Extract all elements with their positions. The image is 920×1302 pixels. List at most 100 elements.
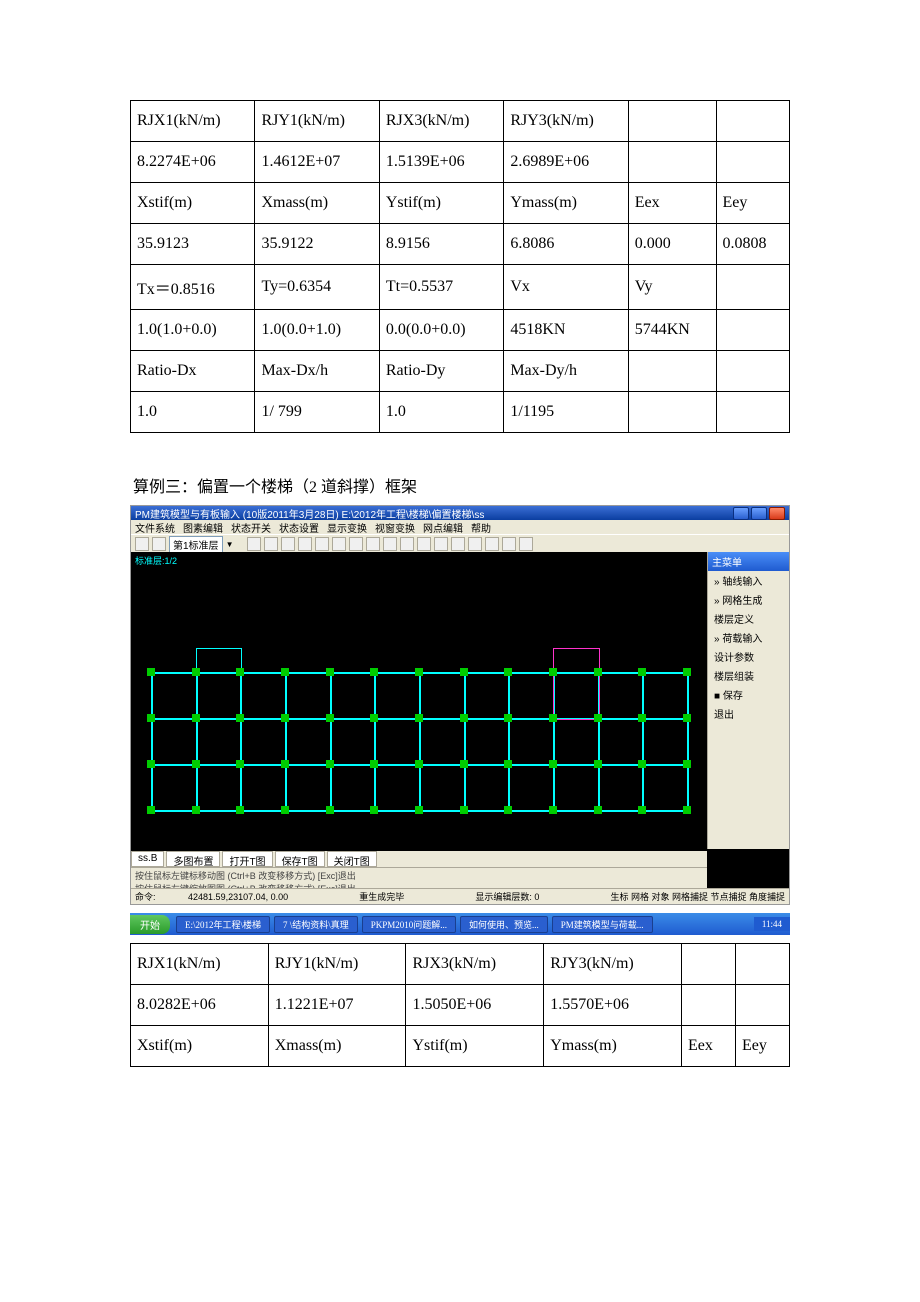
- grid-node: [594, 668, 602, 676]
- floor-selector[interactable]: 第1标准层: [169, 536, 223, 553]
- grid-node: [370, 760, 378, 768]
- grid-node: [147, 714, 155, 722]
- maximize-button[interactable]: [751, 507, 767, 520]
- grid-node: [638, 714, 646, 722]
- tool-button[interactable]: [485, 537, 499, 551]
- system-tray-clock[interactable]: 11:44: [754, 917, 790, 931]
- tab[interactable]: 关闭T图: [327, 851, 377, 867]
- side-panel-item[interactable]: 楼层定义: [708, 609, 789, 628]
- tool-button[interactable]: [366, 537, 380, 551]
- command-prompt[interactable]: 命令:: [135, 892, 156, 902]
- menu-item[interactable]: 显示变换: [327, 520, 367, 535]
- grid-node: [147, 760, 155, 768]
- stair-highlight: [553, 648, 600, 720]
- side-panel-item[interactable]: 设计参数: [708, 647, 789, 666]
- side-panel-item[interactable]: » 网格生成: [708, 590, 789, 609]
- tool-button[interactable]: [417, 537, 431, 551]
- side-panel-item[interactable]: ■ 保存: [708, 685, 789, 704]
- grid-node: [594, 806, 602, 814]
- tool-button[interactable]: [468, 537, 482, 551]
- windows-taskbar[interactable]: 开始 E:\2012年工程\楼梯 7 \结构资料\真理 PKPM2010问题解.…: [130, 913, 790, 935]
- grid-node: [326, 714, 334, 722]
- tool-button[interactable]: [247, 537, 261, 551]
- tool-button[interactable]: [152, 537, 166, 551]
- tool-button[interactable]: [349, 537, 363, 551]
- grid-node: [192, 714, 200, 722]
- window-titlebar[interactable]: PM建筑模型与有板输入 (10版2011年3月28日) E:\2012年工程\楼…: [131, 506, 789, 520]
- grid-node: [281, 714, 289, 722]
- drawing-canvas[interactable]: 标准层:1/2: [131, 552, 707, 849]
- command-area[interactable]: 按住鼠标左键标移动图 (Ctrl+B 改变移移方式) [Exc]退出 按住鼠标左…: [131, 867, 707, 889]
- menu-item[interactable]: 文件系统: [135, 520, 175, 535]
- side-panel-item[interactable]: » 荷载输入: [708, 628, 789, 647]
- grid-node: [281, 806, 289, 814]
- table-row: 35.912335.91228.91566.80860.0000.0808: [131, 224, 790, 265]
- taskbar-item[interactable]: 7 \结构资料\真理: [274, 916, 358, 933]
- taskbar-item[interactable]: 如何使用、预览...: [460, 916, 548, 933]
- grid-node: [460, 806, 468, 814]
- taskbar-item[interactable]: PKPM2010问题解...: [362, 916, 456, 933]
- tool-button[interactable]: [451, 537, 465, 551]
- tool-button[interactable]: [519, 537, 533, 551]
- close-button[interactable]: [769, 507, 785, 520]
- taskbar-item[interactable]: E:\2012年工程\楼梯: [176, 916, 270, 933]
- tool-button[interactable]: [281, 537, 295, 551]
- tab[interactable]: ss.B: [131, 851, 164, 867]
- table-row: Xstif(m)Xmass(m)Ystif(m)Ymass(m)EexEey: [131, 183, 790, 224]
- tool-button[interactable]: [400, 537, 414, 551]
- tab[interactable]: 打开T图: [222, 851, 272, 867]
- grid-node: [236, 714, 244, 722]
- tool-button[interactable]: [264, 537, 278, 551]
- cad-screenshot: PM建筑模型与有板输入 (10版2011年3月28日) E:\2012年工程\楼…: [130, 505, 790, 905]
- menu-item[interactable]: 状态开关: [231, 520, 271, 535]
- canvas-layer-label: 标准层:1/2: [135, 554, 177, 567]
- start-button[interactable]: 开始: [130, 915, 170, 934]
- menu-item[interactable]: 帮助: [471, 520, 491, 535]
- tool-button[interactable]: [502, 537, 516, 551]
- menu-item[interactable]: 状态设置: [279, 520, 319, 535]
- toolbar[interactable]: 第1标准层 ▼: [131, 534, 789, 554]
- grid-node: [594, 760, 602, 768]
- tool-button[interactable]: [135, 537, 149, 551]
- status-toggles[interactable]: 生标 网格 对象 网格捕捉 节点捕捉 角度捕捉: [610, 890, 785, 903]
- results-table-1: RJX1(kN/m)RJY1(kN/m)RJX3(kN/m)RJY3(kN/m)…: [130, 100, 790, 433]
- table-row: 8.0282E+061.1221E+071.5050E+061.5570E+06: [131, 985, 790, 1026]
- drawing-tabs[interactable]: ss.B 多图布置 打开T图 保存T图 关闭T图: [131, 851, 707, 867]
- grid-node: [638, 668, 646, 676]
- tab[interactable]: 多图布置: [166, 851, 220, 867]
- grid-node: [504, 714, 512, 722]
- side-panel-item[interactable]: » 轴线输入: [708, 571, 789, 590]
- table-row: 8.2274E+061.4612E+071.5139E+062.6989E+06: [131, 142, 790, 183]
- tool-button[interactable]: [315, 537, 329, 551]
- grid-node: [147, 668, 155, 676]
- grid-node: [192, 806, 200, 814]
- grid-node: [460, 760, 468, 768]
- grid-node: [370, 668, 378, 676]
- grid-node: [549, 760, 557, 768]
- chevron-down-icon[interactable]: ▼: [226, 540, 234, 549]
- table-row: RJX1(kN/m)RJY1(kN/m)RJX3(kN/m)RJY3(kN/m): [131, 101, 790, 142]
- table-row: RJX1(kN/m)RJY1(kN/m)RJX3(kN/m)RJY3(kN/m): [131, 944, 790, 985]
- tab[interactable]: 保存T图: [275, 851, 325, 867]
- grid-node: [415, 806, 423, 814]
- tool-button[interactable]: [383, 537, 397, 551]
- table-row: Ratio-DxMax-Dx/hRatio-DyMax-Dy/h: [131, 351, 790, 392]
- status-bar: 命令: 42481.59,23107.04, 0.00 重生成完毕 显示编辑层数…: [131, 888, 789, 904]
- example-caption: 算例三：偏置一个楼梯（2 道斜撑）框架: [133, 473, 790, 497]
- tool-button[interactable]: [298, 537, 312, 551]
- menu-item[interactable]: 图素编辑: [183, 520, 223, 535]
- grid-node: [504, 668, 512, 676]
- tool-button[interactable]: [434, 537, 448, 551]
- minimize-button[interactable]: [733, 507, 749, 520]
- menu-item[interactable]: 视窗变换: [375, 520, 415, 535]
- side-panel-item[interactable]: 退出: [708, 704, 789, 723]
- grid-node: [326, 668, 334, 676]
- menu-bar[interactable]: 文件系统 图素编辑 状态开关 状态设置 显示变换 视窗变换 网点编辑 帮助: [131, 520, 789, 534]
- table-row: 1.01/ 7991.01/1195: [131, 392, 790, 433]
- tool-button[interactable]: [332, 537, 346, 551]
- grid-node: [415, 714, 423, 722]
- menu-item[interactable]: 网点编辑: [423, 520, 463, 535]
- side-panel-item[interactable]: 楼层组装: [708, 666, 789, 685]
- grid-node: [683, 806, 691, 814]
- taskbar-item[interactable]: PM建筑模型与荷载...: [552, 916, 653, 933]
